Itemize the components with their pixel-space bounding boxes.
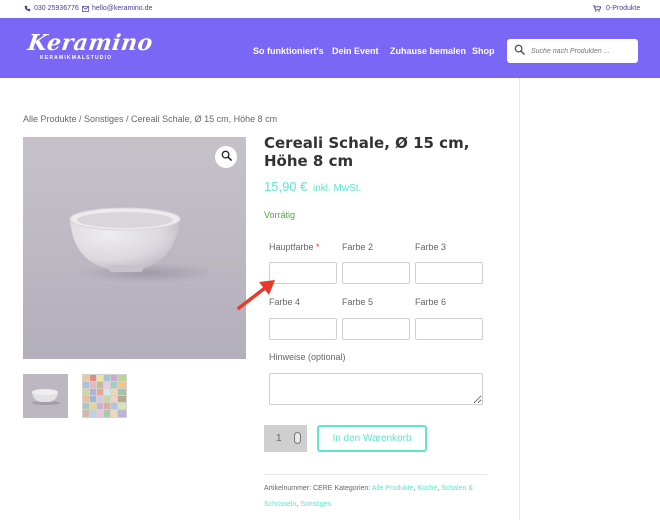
color-6-field[interactable] [415,318,483,340]
quantity-value: 1 [276,433,282,444]
annotation-arrow [237,280,275,310]
main-header: Keramino KERAMIKMALSTUDIO So funktionier… [0,18,660,78]
product-price: 15,90 € inkl. MwSt. [264,179,361,194]
required-marker: * [316,242,320,252]
zoom-button[interactable] [215,146,237,168]
sidebar-divider [519,78,520,520]
email-address: hello@keramino.de [92,5,153,12]
add-to-cart-button[interactable]: In den Warenkorb [317,425,427,452]
color-4-field[interactable] [269,318,337,340]
sku-label: Artikelnummer: [264,485,312,492]
product-search[interactable] [507,39,638,63]
product-title: Cereali Schale, Ø 15 cm, Höhe 8 cm [264,134,470,170]
meta-divider [264,474,487,475]
category-link-all-products[interactable]: Alle Produkte [372,485,414,492]
phone-icon [24,5,31,12]
label-color-3: Farbe 3 [415,242,447,252]
category-link-misc[interactable]: Sonstiges [300,501,331,508]
cart-count: 0-Produkte [606,5,641,12]
site-logo[interactable]: Keramino KERAMIKMALSTUDIO [26,30,155,61]
mini-cart-link[interactable]: 0-Produkte [593,5,640,12]
label-main-color-text: Hauptfarbe [269,242,314,252]
search-input[interactable] [531,47,631,55]
nav-item-how-it-works[interactable]: So funktioniert's [253,46,324,56]
quantity-stepper[interactable] [294,432,301,444]
cart-icon [593,5,601,12]
nav-item-shop[interactable]: Shop [472,46,495,56]
product-meta: Artikelnummer: CERE Kategorien: Alle Pro… [264,485,474,508]
logo-wordmark: Keramino [26,30,155,56]
label-color-2: Farbe 2 [342,242,374,252]
sku-value: CERE [313,485,333,492]
category-link-kitchen[interactable]: Küche [417,485,437,492]
search-icon [514,42,525,60]
thumbnail-color-palette[interactable] [82,374,127,418]
label-color-5: Farbe 5 [342,297,374,307]
label-main-color: Hauptfarbe * [269,242,320,252]
product-main-image[interactable] [23,137,246,359]
thumbnail-bowl[interactable] [23,374,68,418]
stock-status: Vorrätig [264,210,296,220]
breadcrumb[interactable]: Alle Produkte / Sonstiges / Cereali Scha… [23,114,277,124]
mail-icon [82,5,89,12]
price-amount: 15,90 € [264,179,308,194]
categories-label: Kategorien: [334,485,371,492]
label-color-6: Farbe 6 [415,297,447,307]
nav-item-your-event[interactable]: Dein Event [332,46,379,56]
email-link[interactable]: hello@keramino.de [82,5,152,12]
color-5-field[interactable] [342,318,410,340]
tax-note: inkl. MwSt. [313,183,362,194]
phone-number: 030 25936776 [34,5,79,12]
color-2-field[interactable] [342,262,410,284]
color-3-field[interactable] [415,262,483,284]
magnifier-icon [221,148,232,166]
label-notes: Hinweise (optional) [269,352,346,362]
phone-link[interactable]: 030 25936776 [24,5,79,12]
top-bar: 030 25936776 hello@keramino.de 0-Produkt… [0,0,660,18]
nav-item-paint-at-home[interactable]: Zuhause bemalen [390,46,466,56]
notes-textarea[interactable] [269,373,483,405]
